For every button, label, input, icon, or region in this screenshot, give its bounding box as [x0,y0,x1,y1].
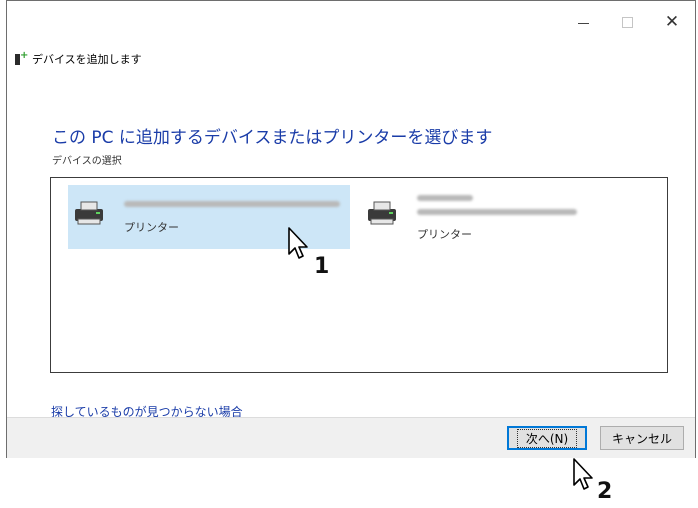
device-selection-label: デバイスの選択 [52,156,122,167]
printer-icon [75,201,103,225]
mouse-cursor-icon [288,227,308,259]
wizard-header-label: デバイスを追加します [32,53,142,66]
device-list[interactable]: プリンター プリンター [50,177,668,373]
printer-icon [368,201,396,225]
step-number-2: 2 [597,479,613,504]
cancel-button[interactable]: キャンセル [600,426,684,450]
next-button-label: 次へ(N) [516,428,578,448]
device-type-label: プリンター [124,221,179,234]
add-device-icon: + [14,51,28,66]
minimize-button[interactable] [563,7,603,37]
device-item-printer-2[interactable]: プリンター [361,185,643,249]
page-title: この PC に追加するデバイスまたはプリンターを選びます [52,128,493,148]
maximize-button [607,7,647,37]
wizard-header: + デバイスを追加します [14,51,142,67]
wizard-footer: 次へ(N) キャンセル [7,417,695,458]
minimize-icon [577,22,589,24]
mouse-cursor-icon [573,458,593,490]
device-name-redacted [417,195,473,201]
close-icon: ✕ [664,12,680,32]
next-button[interactable]: 次へ(N) [507,426,587,450]
title-bar: ✕ [7,1,695,41]
maximize-icon [621,16,633,28]
device-type-label: プリンター [417,228,472,241]
step-number-1: 1 [314,254,330,279]
close-button[interactable]: ✕ [652,7,692,37]
device-name-redacted [124,201,340,207]
device-address-redacted [417,209,577,215]
add-device-window: ✕ + デバイスを追加します この PC に追加するデバイスまたはプリンターを選… [6,0,696,458]
